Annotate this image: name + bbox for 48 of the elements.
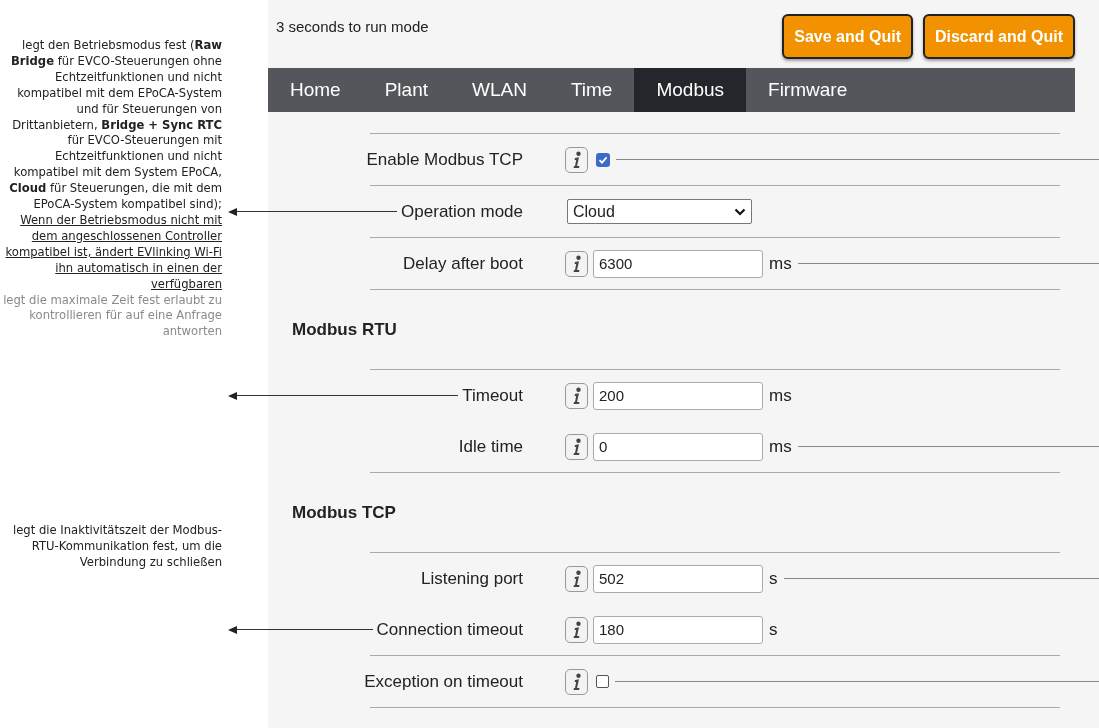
field-label: Operation mode [401, 200, 524, 223]
nav-tab[interactable]: Firmware [746, 68, 870, 112]
field-label: Connection timeout [376, 618, 524, 641]
nav-tab[interactable]: Plant [362, 68, 450, 112]
info-icon [571, 620, 582, 639]
section-heading: Modbus TCP [292, 501, 396, 524]
nav-tab[interactable]: Modbus [634, 68, 747, 112]
info-icon [571, 437, 582, 456]
info-icon [571, 672, 582, 691]
info-icon [571, 386, 582, 405]
checkbox[interactable] [596, 152, 610, 167]
info-icon [571, 569, 582, 588]
nav-tab[interactable]: WLAN [450, 68, 549, 112]
nav-tab[interactable]: Time [548, 68, 635, 112]
info-button[interactable] [565, 250, 588, 277]
field-label: Enable Modbus TCP [366, 148, 524, 171]
unit-text: s [769, 618, 778, 641]
select-field[interactable]: Cloud [567, 199, 752, 224]
field-label: Delay after boot [403, 252, 524, 275]
number-field[interactable]: 6300 [593, 249, 763, 278]
info-button[interactable] [565, 668, 588, 695]
info-button[interactable] [565, 146, 588, 173]
unit-text: ms [769, 435, 792, 458]
chevron-down-icon [734, 207, 746, 216]
number-field[interactable]: 180 [593, 615, 763, 644]
field-label: Timeout [462, 384, 524, 407]
info-button[interactable] [565, 433, 588, 460]
number-field[interactable]: 200 [593, 381, 763, 410]
info-button[interactable] [565, 616, 588, 643]
field-label: Listening port [420, 567, 524, 590]
callout-text: legt die maximale Zeit fest erlaubt zu kontrollieren für auf eine Anfrage antworten [2, 292, 222, 341]
nav-tab[interactable]: Home [268, 68, 363, 112]
field-label: Idle time [458, 435, 524, 458]
callout-text: legt den Betriebsmodus fest (Raw Bridge für EVCO-Steuerungen ohne Echtzeitfunktionen und nicht kompatibel mit dem EPoCA-System und für Steuerungen von Drittanbietern, Bridge + Sync RTC für EVCO-Steuerungen mit Echtzeitfunktionen und nicht kompatibel mit dem System EPoCA, Cloud für Steuerungen, die mit dem EPoCA-System kompatibel sind); Wenn der Betriebsmodus nicht mit dem angeschlossenen Controller kompatibel ist, ändert EVlinking Wi-Fi ihn automatisch in einen der verfügbaren [4, 38, 222, 293]
info-button[interactable] [565, 565, 588, 592]
checkbox[interactable] [596, 675, 609, 688]
status-text: 3 seconds to run mode [276, 17, 429, 37]
number-field[interactable]: 502 [593, 564, 763, 593]
info-icon [571, 254, 582, 273]
number-field[interactable]: 0 [593, 432, 763, 461]
info-button[interactable] [565, 382, 588, 409]
unit-text: ms [769, 384, 792, 407]
section-heading: Modbus RTU [292, 318, 397, 341]
unit-text: s [769, 567, 778, 590]
info-icon [571, 150, 582, 169]
field-label: Exception on timeout [364, 670, 524, 693]
unit-text: ms [769, 252, 792, 275]
callout-text: legt die Inaktivitätszeit der Modbus-RTU-Kommunikation fest, um die Verbindung zu schließen [11, 523, 222, 571]
